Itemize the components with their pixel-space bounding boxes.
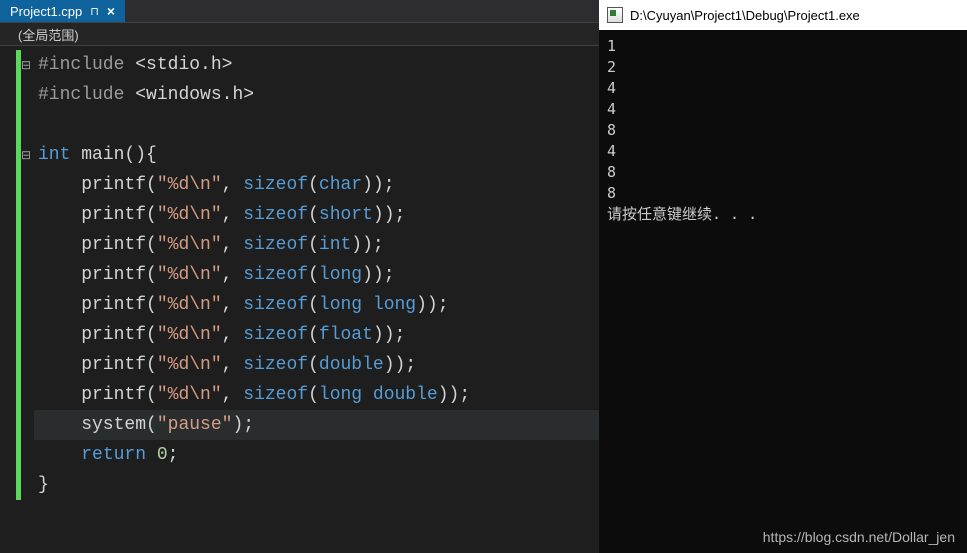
gutter-line [0, 230, 32, 260]
code-line[interactable]: system("pause"); [34, 410, 599, 440]
gutter-line [0, 470, 32, 500]
change-indicator [16, 290, 21, 320]
code-line[interactable]: printf("%d\n", sizeof(int)); [34, 230, 599, 260]
code-line[interactable]: } [34, 470, 599, 500]
console-app-icon [607, 7, 623, 23]
scope-label: (全局范围) [18, 25, 79, 44]
gutter-line: ⊟ [0, 140, 32, 170]
tab-filename: Project1.cpp [10, 4, 82, 19]
change-indicator [16, 470, 21, 500]
watermark: https://blog.csdn.net/Dollar_jen [763, 529, 955, 545]
code-line[interactable]: printf("%d\n", sizeof(long long)); [34, 290, 599, 320]
console-window: D:\Cyuyan\Project1\Debug\Project1.exe 1 … [599, 0, 967, 553]
code-editor[interactable]: ⊟ ⊟ #include <stdio.h>#include <windows.h… [0, 46, 599, 553]
gutter-line [0, 110, 32, 140]
change-indicator [16, 380, 21, 410]
console-output[interactable]: 1 2 4 4 8 4 8 8 请按任意键继续. . . [599, 30, 967, 553]
code-line[interactable] [34, 110, 599, 140]
code-line[interactable]: return 0; [34, 440, 599, 470]
gutter-line [0, 200, 32, 230]
code-line[interactable]: int main(){ [34, 140, 599, 170]
change-indicator [16, 440, 21, 470]
close-icon[interactable]: × [107, 4, 115, 18]
code-line[interactable]: #include <stdio.h> [34, 50, 599, 80]
console-title-bar[interactable]: D:\Cyuyan\Project1\Debug\Project1.exe [599, 0, 967, 30]
fold-toggle-icon[interactable]: ⊟ [21, 140, 31, 170]
gutter-line [0, 320, 32, 350]
editor-pane: Project1.cpp ⊓ × (全局范围) ⊟ ⊟ #include <std… [0, 0, 599, 553]
code-line[interactable]: printf("%d\n", sizeof(short)); [34, 200, 599, 230]
change-indicator [16, 230, 21, 260]
gutter-line [0, 410, 32, 440]
gutter-line [0, 260, 32, 290]
gutter-line [0, 440, 32, 470]
change-indicator [16, 80, 21, 110]
change-indicator [16, 410, 21, 440]
code-line[interactable]: printf("%d\n", sizeof(float)); [34, 320, 599, 350]
code-line[interactable]: printf("%d\n", sizeof(double)); [34, 350, 599, 380]
pin-icon[interactable]: ⊓ [90, 5, 99, 18]
file-tab[interactable]: Project1.cpp ⊓ × [0, 0, 125, 22]
tab-bar: Project1.cpp ⊓ × [0, 0, 599, 22]
code-line[interactable]: #include <windows.h> [34, 80, 599, 110]
scope-dropdown[interactable]: (全局范围) [0, 22, 599, 46]
gutter-line [0, 290, 32, 320]
gutter-line: ⊟ [0, 50, 32, 80]
change-indicator [16, 350, 21, 380]
code-line[interactable]: printf("%d\n", sizeof(char)); [34, 170, 599, 200]
change-indicator [16, 170, 21, 200]
code-line[interactable]: printf("%d\n", sizeof(long)); [34, 260, 599, 290]
change-indicator [16, 110, 21, 140]
change-indicator [16, 260, 21, 290]
change-indicator [16, 140, 21, 170]
code-line[interactable]: printf("%d\n", sizeof(long double)); [34, 380, 599, 410]
fold-toggle-icon[interactable]: ⊟ [21, 50, 31, 80]
gutter-line [0, 350, 32, 380]
change-indicator [16, 200, 21, 230]
console-title-text: D:\Cyuyan\Project1\Debug\Project1.exe [630, 8, 860, 23]
gutter-line [0, 80, 32, 110]
change-indicator [16, 320, 21, 350]
gutter-line [0, 380, 32, 410]
change-indicator [16, 50, 21, 80]
gutter-line [0, 170, 32, 200]
